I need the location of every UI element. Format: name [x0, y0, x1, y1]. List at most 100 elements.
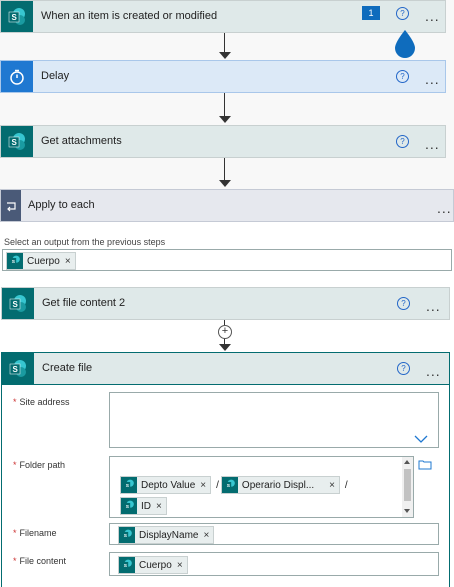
scrollbar-thumb[interactable]: [404, 469, 411, 501]
arrow-down-icon: [219, 344, 231, 351]
delay-step-card[interactable]: Delay ? ...: [0, 60, 446, 93]
more-options-button[interactable]: ...: [425, 71, 440, 87]
help-icon[interactable]: ?: [397, 362, 410, 375]
help-icon[interactable]: ?: [396, 70, 409, 83]
get-attachments-title: Get attachments: [41, 135, 122, 147]
sharepoint-icon: S: [1, 1, 33, 32]
timer-icon: [1, 61, 33, 92]
scroll-down-arrow[interactable]: [404, 509, 410, 513]
help-icon[interactable]: ?: [396, 135, 409, 148]
folder-token-id[interactable]: S ID ×: [120, 497, 167, 515]
help-glyph: ?: [401, 364, 406, 373]
help-icon[interactable]: ?: [396, 7, 409, 20]
help-glyph: ?: [401, 299, 406, 308]
folder-token-operario[interactable]: S Operario Displ... ×: [220, 476, 340, 494]
folder-path-input[interactable]: S Depto Value × / S Operario Displ... × …: [109, 456, 414, 518]
select-output-label: Select an output from the previous steps: [4, 237, 166, 247]
apply-to-each-header[interactable]: Apply to each ...: [0, 189, 454, 222]
more-options-button[interactable]: ...: [425, 136, 440, 152]
filename-token[interactable]: S DisplayName ×: [118, 526, 215, 544]
sharepoint-icon: S: [7, 253, 23, 269]
more-options-button[interactable]: ...: [425, 8, 440, 24]
more-options-button[interactable]: ...: [437, 200, 452, 216]
add-icon: +: [221, 325, 229, 337]
get-attachments-step-card[interactable]: S Get attachments ? ...: [0, 125, 446, 158]
sharepoint-icon: S: [1, 126, 33, 157]
more-glyph: ...: [425, 71, 440, 87]
create-file-header[interactable]: S Create file ? ...: [1, 352, 450, 385]
file-content-token[interactable]: S Cuerpo ×: [118, 556, 188, 574]
help-glyph: ?: [400, 137, 405, 146]
drop-icon: [393, 28, 417, 63]
more-glyph: ...: [437, 200, 452, 216]
connector-line: [224, 158, 225, 181]
path-separator: /: [344, 479, 348, 491]
file-content-input[interactable]: S Cuerpo ×: [109, 552, 439, 576]
folder-path-label: * Folder path: [13, 460, 66, 470]
sharepoint-icon: S: [221, 477, 238, 493]
connector-line: [224, 93, 225, 117]
arrow-down-icon: [219, 52, 231, 59]
folder-token-depto[interactable]: S Depto Value ×: [120, 476, 212, 494]
sharepoint-icon: S: [121, 498, 137, 514]
svg-text:S: S: [13, 365, 19, 374]
help-icon[interactable]: ?: [397, 297, 410, 310]
apply-to-each-title: Apply to each: [28, 199, 95, 211]
svg-text:S: S: [12, 138, 18, 147]
more-glyph: ...: [426, 363, 441, 379]
more-glyph: ...: [425, 136, 440, 152]
site-address-dropdown[interactable]: [109, 392, 439, 448]
token-label: ID: [141, 500, 151, 512]
svg-text:S: S: [12, 13, 18, 22]
token-label: Cuerpo: [139, 559, 172, 571]
more-glyph: ...: [426, 298, 441, 314]
trigger-step-card[interactable]: S When an item is created or modified 1 …: [0, 0, 446, 33]
site-address-label-text: Site address: [19, 397, 70, 407]
select-output-input[interactable]: S Cuerpo ×: [2, 249, 452, 271]
remove-token-icon[interactable]: ×: [65, 256, 71, 267]
more-glyph: ...: [425, 8, 440, 24]
sharepoint-icon: S: [2, 288, 34, 319]
get-file-content-step-card[interactable]: S Get file content 2 ? ...: [1, 287, 450, 320]
comment-badge[interactable]: 1: [362, 6, 380, 20]
add-step-button[interactable]: +: [218, 325, 232, 339]
remove-token-icon[interactable]: ×: [156, 501, 162, 512]
sharepoint-icon: S: [121, 477, 137, 493]
connector-line: [224, 33, 225, 53]
loop-icon: [1, 190, 21, 221]
get-file-content-title: Get file content 2: [42, 297, 126, 309]
arrow-down-icon: [219, 180, 231, 187]
create-file-title: Create file: [42, 362, 93, 374]
delay-title: Delay: [41, 70, 70, 82]
remove-token-icon[interactable]: ×: [200, 480, 206, 491]
sharepoint-icon: S: [119, 527, 135, 543]
folder-path-label-text: Folder path: [19, 460, 66, 470]
comment-count: 1: [368, 8, 374, 18]
file-content-label-text: File content: [19, 556, 67, 566]
path-separator: /: [216, 479, 219, 491]
remove-token-icon[interactable]: ×: [203, 530, 209, 541]
folder-icon[interactable]: [418, 459, 432, 473]
more-options-button[interactable]: ...: [426, 298, 441, 314]
file-content-label: * File content: [13, 556, 67, 566]
help-glyph: ?: [400, 9, 405, 18]
filename-input[interactable]: S DisplayName ×: [109, 523, 439, 545]
dynamic-token[interactable]: S Cuerpo ×: [6, 252, 76, 270]
scrollbar[interactable]: [402, 457, 413, 517]
token-label: Operario Displ...: [241, 479, 315, 491]
more-options-button[interactable]: ...: [426, 363, 441, 379]
token-label: DisplayName: [139, 529, 199, 541]
remove-token-icon[interactable]: ×: [329, 480, 335, 491]
sharepoint-icon: S: [2, 353, 34, 384]
site-address-label: * Site address: [13, 397, 70, 407]
arrow-down-icon: [219, 116, 231, 123]
remove-token-icon[interactable]: ×: [177, 560, 183, 571]
svg-text:S: S: [13, 300, 19, 309]
scroll-up-arrow[interactable]: [404, 460, 410, 464]
filename-label: * Filename: [13, 528, 57, 538]
sharepoint-icon: S: [119, 557, 135, 573]
chevron-down-icon[interactable]: [414, 435, 428, 443]
help-glyph: ?: [400, 72, 405, 81]
filename-label-text: Filename: [19, 528, 57, 538]
token-label: Cuerpo: [27, 255, 60, 267]
